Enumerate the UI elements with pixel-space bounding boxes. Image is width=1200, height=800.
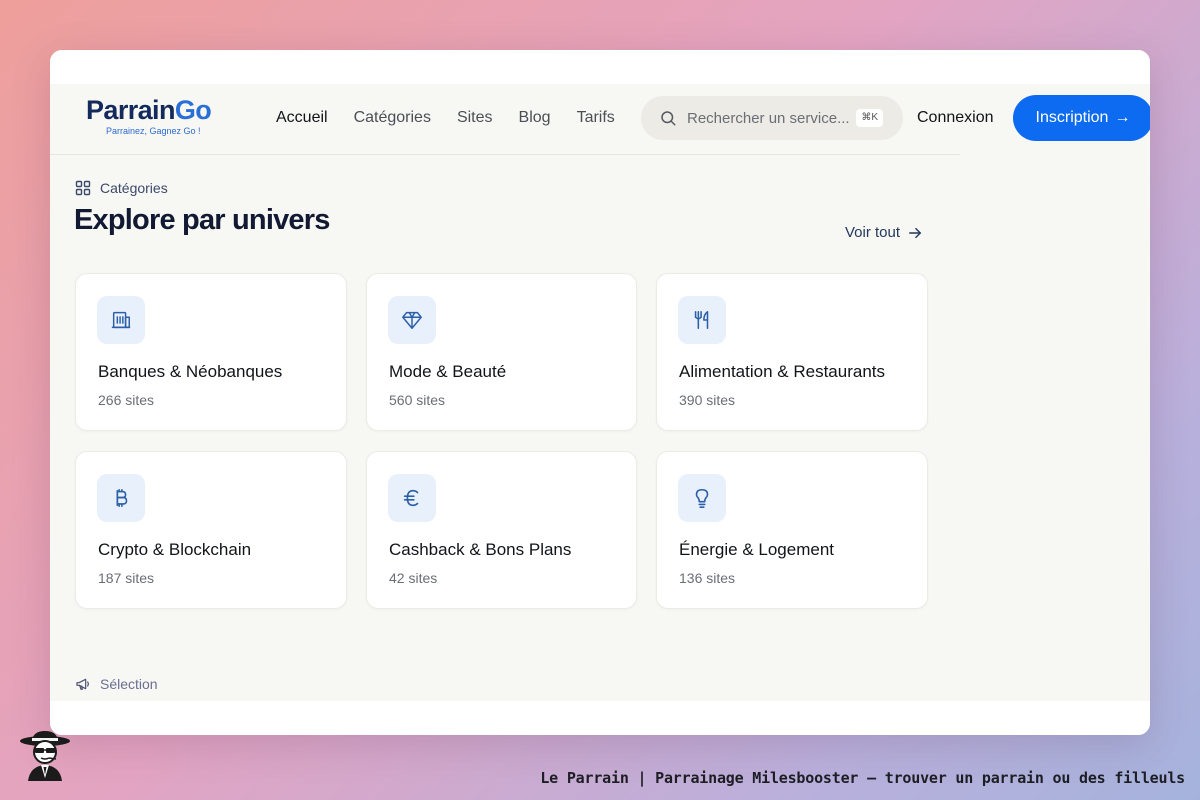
category-card-energie[interactable]: Énergie & Logement 136 sites [656, 451, 928, 609]
card-name: Énergie & Logement [679, 540, 834, 559]
card-icon-wrap [678, 296, 726, 344]
see-all-link[interactable]: Voir tout [845, 224, 922, 241]
card-count: 390 sites [679, 392, 736, 408]
nav-item-blog[interactable]: Blog [519, 109, 551, 127]
selection-eyebrow-label: Sélection [100, 676, 158, 692]
bitcoin-icon [116, 488, 128, 508]
selection-eyebrow: Sélection [75, 676, 158, 692]
mascot-icon [20, 731, 70, 781]
card-name: Banques & Néobanques [98, 362, 283, 381]
card-icon-wrap [678, 474, 726, 522]
bank-icon [111, 311, 131, 329]
logo-tagline: Parrainez, Gagnez Go ! [106, 126, 201, 136]
section-title: Explore par univers [74, 204, 330, 236]
grid-icon [75, 180, 91, 196]
card-icon-wrap [388, 474, 436, 522]
card-name: Mode & Beauté [389, 362, 507, 381]
card-name: Cashback & Bons Plans [389, 540, 572, 559]
card-icon-wrap [388, 296, 436, 344]
category-card-crypto[interactable]: Crypto & Blockchain 187 sites [75, 451, 347, 609]
card-count: 187 sites [98, 570, 155, 586]
nav-item-accueil[interactable]: Accueil [276, 109, 328, 127]
card-icon-wrap [97, 296, 145, 344]
search-input[interactable]: Rechercher un service... ⌘K [641, 96, 903, 140]
card-count: 266 sites [98, 392, 155, 408]
logo-wordmark: ParrainGo [86, 96, 236, 124]
arrow-right-icon [909, 227, 921, 238]
categories-eyebrow-label: Catégories [100, 180, 168, 196]
card-name: Crypto & Blockchain [98, 540, 252, 559]
card-count: 136 sites [679, 570, 736, 586]
lightbulb-icon [695, 488, 709, 508]
card-icon-wrap [97, 474, 145, 522]
header-divider [50, 154, 960, 155]
card-count: 42 sites [389, 570, 438, 586]
card-name: Alimentation & Restaurants [679, 362, 885, 381]
search-placeholder: Rechercher un service... [687, 109, 850, 127]
categories-eyebrow: Catégories [75, 180, 168, 196]
arrow-right-icon: → [1114, 109, 1131, 126]
utensils-icon [694, 310, 709, 330]
category-card-mode[interactable]: Mode & Beauté 560 sites [366, 273, 637, 431]
nav-item-tarifs[interactable]: Tarifs [577, 109, 615, 127]
footer-caption: Le Parrain | Parrainage Milesbooster — t… [540, 769, 1185, 787]
login-link[interactable]: Connexion [917, 109, 994, 127]
signup-button[interactable]: Inscription → [1013, 95, 1150, 141]
nav-item-sites[interactable]: Sites [457, 109, 493, 127]
euro-icon [403, 489, 419, 507]
megaphone-icon [76, 678, 89, 690]
logo-part-1: Parrain [86, 95, 175, 125]
window-top-strip [50, 50, 1150, 84]
logo-part-2: Go [174, 95, 212, 125]
card-count: 560 sites [389, 392, 446, 408]
category-card-alimentation[interactable]: Alimentation & Restaurants 390 sites [656, 273, 928, 431]
category-card-cashback[interactable]: Cashback & Bons Plans 42 sites [366, 451, 637, 609]
search-shortcut-badge: ⌘K [856, 109, 883, 127]
site-logo[interactable]: ParrainGo Parrainez, Gagnez Go ! [86, 96, 236, 136]
window-bottom-strip [50, 701, 1150, 735]
nav-item-categories[interactable]: Catégories [354, 109, 431, 127]
main-nav: Accueil Catégories Sites Blog Tarifs [276, 109, 641, 127]
diamond-icon [402, 311, 422, 329]
browser-window: ParrainGo Parrainez, Gagnez Go ! Accueil… [50, 50, 1150, 735]
site-header: ParrainGo Parrainez, Gagnez Go ! Accueil… [50, 84, 1150, 152]
signup-label: Inscription [1035, 109, 1109, 126]
see-all-label: Voir tout [845, 224, 901, 241]
search-icon [661, 111, 676, 126]
category-card-banques[interactable]: Banques & Néobanques 266 sites [75, 273, 347, 431]
